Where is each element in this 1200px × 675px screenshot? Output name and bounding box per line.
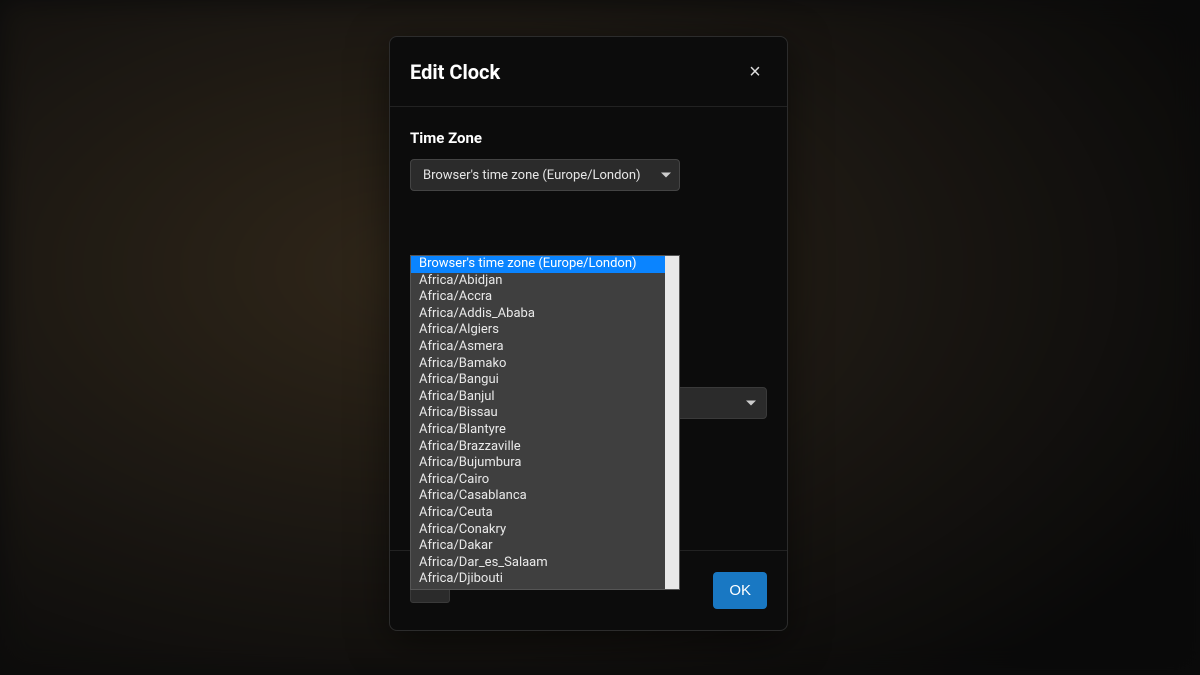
timezone-select-value: Browser's time zone (Europe/London): [423, 168, 641, 183]
timezone-option[interactable]: Africa/Blantyre: [411, 422, 665, 439]
modal-header: Edit Clock ×: [390, 37, 787, 107]
timezone-option[interactable]: Africa/Dar_es_Salaam: [411, 555, 665, 572]
timezone-option[interactable]: Africa/Bangui: [411, 372, 665, 389]
timezone-option[interactable]: Africa/Casablanca: [411, 488, 665, 505]
timezone-option[interactable]: Africa/Accra: [411, 289, 665, 306]
close-icon: ×: [749, 62, 761, 82]
chevron-down-icon: [661, 173, 671, 178]
timezone-option-list: Browser's time zone (Europe/London)Afric…: [411, 256, 665, 589]
timezone-option[interactable]: Browser's time zone (Europe/London): [411, 256, 665, 273]
timezone-select[interactable]: Browser's time zone (Europe/London): [410, 159, 680, 191]
timezone-option[interactable]: Africa/Bissau: [411, 405, 665, 422]
timezone-option[interactable]: Africa/Asmera: [411, 339, 665, 356]
timezone-option[interactable]: Africa/Abidjan: [411, 273, 665, 290]
modal-body: Time Zone Browser's time zone (Europe/Lo…: [390, 107, 787, 550]
timezone-option[interactable]: Africa/Dakar: [411, 538, 665, 555]
timezone-label: Time Zone: [410, 129, 767, 147]
timezone-option[interactable]: Africa/Bujumbura: [411, 455, 665, 472]
timezone-dropdown: Browser's time zone (Europe/London)Afric…: [410, 255, 680, 590]
timezone-option[interactable]: Africa/Brazzaville: [411, 439, 665, 456]
chevron-down-icon: [746, 401, 756, 406]
timezone-option[interactable]: Africa/Conakry: [411, 522, 665, 539]
timezone-option[interactable]: Africa/Cairo: [411, 472, 665, 489]
timezone-option[interactable]: Africa/Bamako: [411, 356, 665, 373]
scrollbar[interactable]: [665, 256, 679, 589]
edit-clock-modal: Edit Clock × Time Zone Browser's time zo…: [389, 36, 788, 631]
timezone-option[interactable]: Africa/Banjul: [411, 389, 665, 406]
timezone-option[interactable]: Africa/Addis_Ababa: [411, 306, 665, 323]
timezone-option[interactable]: Africa/Ceuta: [411, 505, 665, 522]
timezone-option[interactable]: Africa/Algiers: [411, 322, 665, 339]
timezone-option[interactable]: Africa/Djibouti: [411, 571, 665, 588]
ok-button[interactable]: OK: [713, 572, 767, 609]
modal-title: Edit Clock: [410, 60, 500, 84]
close-button[interactable]: ×: [743, 60, 767, 84]
